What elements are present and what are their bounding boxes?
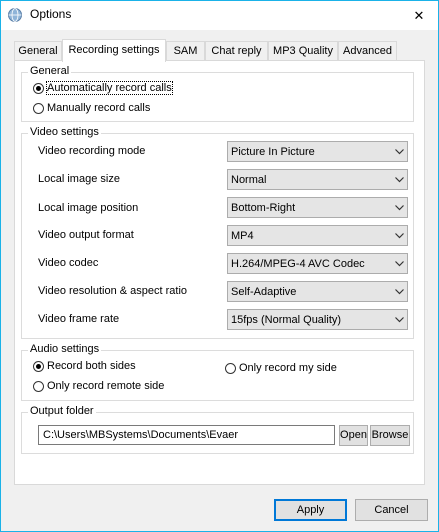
- tab-label: Advanced: [343, 45, 392, 57]
- chevron-down-icon: [391, 260, 407, 267]
- group-label: Video settings: [28, 126, 101, 138]
- close-icon: ✕: [413, 7, 425, 23]
- chevron-down-icon: [391, 232, 407, 239]
- tab-advanced[interactable]: Advanced: [338, 41, 397, 60]
- group-label: Audio settings: [28, 343, 102, 355]
- select-value: Normal: [231, 173, 267, 186]
- tab-label: General: [18, 45, 58, 57]
- general-group: General Automatically record calls Manua…: [21, 65, 414, 122]
- video-recording-mode-select[interactable]: Picture In Picture: [227, 141, 408, 162]
- radio-label: Only record my side: [239, 362, 337, 374]
- select-value: 15fps (Normal Quality): [231, 313, 342, 326]
- tab-label: SAM: [173, 45, 198, 57]
- video-resolution-label: Video resolution & aspect ratio: [38, 285, 187, 297]
- video-codec-label: Video codec: [38, 257, 99, 269]
- video-frame-rate-label: Video frame rate: [38, 313, 120, 325]
- video-codec-select[interactable]: H.264/MPEG-4 AVC Codec: [227, 253, 408, 274]
- local-image-size-select[interactable]: Normal: [227, 169, 408, 190]
- video-resolution-select[interactable]: Self-Adaptive: [227, 281, 408, 302]
- tab-mp3-quality[interactable]: MP3 Quality: [268, 41, 338, 60]
- apply-button[interactable]: Apply: [274, 499, 347, 521]
- close-button[interactable]: ✕: [400, 1, 438, 30]
- output-folder-group: Output folder C:\Users\MBSystems\Documen…: [21, 405, 414, 454]
- select-value: Self-Adaptive: [231, 285, 297, 298]
- chevron-down-icon: [391, 316, 407, 323]
- tab-label: Recording settings: [68, 44, 160, 56]
- browse-button[interactable]: Browse: [370, 425, 410, 446]
- tab-chat-reply[interactable]: Chat reply: [205, 41, 268, 60]
- radio-button[interactable]: [33, 102, 44, 114]
- select-value: Picture In Picture: [231, 145, 315, 158]
- radio-label: Automatically record calls: [46, 81, 173, 95]
- select-value: H.264/MPEG-4 AVC Codec: [231, 257, 365, 270]
- record-both-sides-radio[interactable]: Record both sides: [33, 360, 136, 372]
- options-window: Options ✕ General Recording settings SAM…: [0, 0, 439, 532]
- app-globe-icon: [7, 7, 23, 23]
- radio-label: Manually record calls: [47, 102, 151, 114]
- chevron-down-icon: [391, 176, 407, 183]
- video-settings-group: Video settings Video recording mode Pict…: [21, 126, 414, 339]
- manual-record-radio[interactable]: Manually record calls: [33, 102, 150, 114]
- group-label: Output folder: [28, 405, 96, 417]
- output-path-input[interactable]: C:\Users\MBSystems\Documents\Evaer: [38, 425, 335, 445]
- tab-sam[interactable]: SAM: [166, 41, 205, 60]
- select-value: Bottom-Right: [231, 201, 296, 214]
- tab-label: Chat reply: [211, 45, 262, 57]
- radio-button-checked[interactable]: [33, 360, 44, 372]
- radio-button-checked[interactable]: [33, 82, 44, 94]
- window-title: Options: [30, 7, 72, 21]
- video-output-format-label: Video output format: [38, 229, 134, 241]
- local-image-size-label: Local image size: [38, 173, 120, 185]
- radio-button[interactable]: [225, 362, 236, 374]
- audio-settings-group: Audio settings Record both sides Only re…: [21, 343, 414, 401]
- group-label: General: [28, 65, 72, 77]
- cancel-button[interactable]: Cancel: [355, 499, 428, 521]
- radio-label: Only record remote side: [47, 380, 165, 392]
- tab-general[interactable]: General: [14, 41, 62, 60]
- radio-label: Record both sides: [47, 360, 136, 372]
- local-image-position-select[interactable]: Bottom-Right: [227, 197, 408, 218]
- title-bar[interactable]: Options ✕: [1, 1, 438, 30]
- record-my-side-radio[interactable]: Only record my side: [225, 362, 337, 374]
- record-remote-side-radio[interactable]: Only record remote side: [33, 380, 164, 392]
- chevron-down-icon: [391, 288, 407, 295]
- local-image-position-label: Local image position: [38, 202, 139, 214]
- tab-recording-settings[interactable]: Recording settings: [62, 39, 166, 62]
- select-value: MP4: [231, 229, 254, 242]
- tab-label: MP3 Quality: [273, 45, 333, 57]
- chevron-down-icon: [391, 204, 407, 211]
- video-output-format-select[interactable]: MP4: [227, 225, 408, 246]
- auto-record-radio[interactable]: Automatically record calls: [33, 81, 173, 95]
- video-recording-mode-label: Video recording mode: [38, 145, 146, 157]
- radio-button[interactable]: [33, 380, 44, 392]
- video-frame-rate-select[interactable]: 15fps (Normal Quality): [227, 309, 408, 330]
- open-button[interactable]: Open: [339, 425, 368, 446]
- chevron-down-icon: [391, 148, 407, 155]
- recording-settings-panel: General Automatically record calls Manua…: [14, 60, 425, 485]
- tab-strip: General Recording settings SAM Chat repl…: [14, 39, 424, 62]
